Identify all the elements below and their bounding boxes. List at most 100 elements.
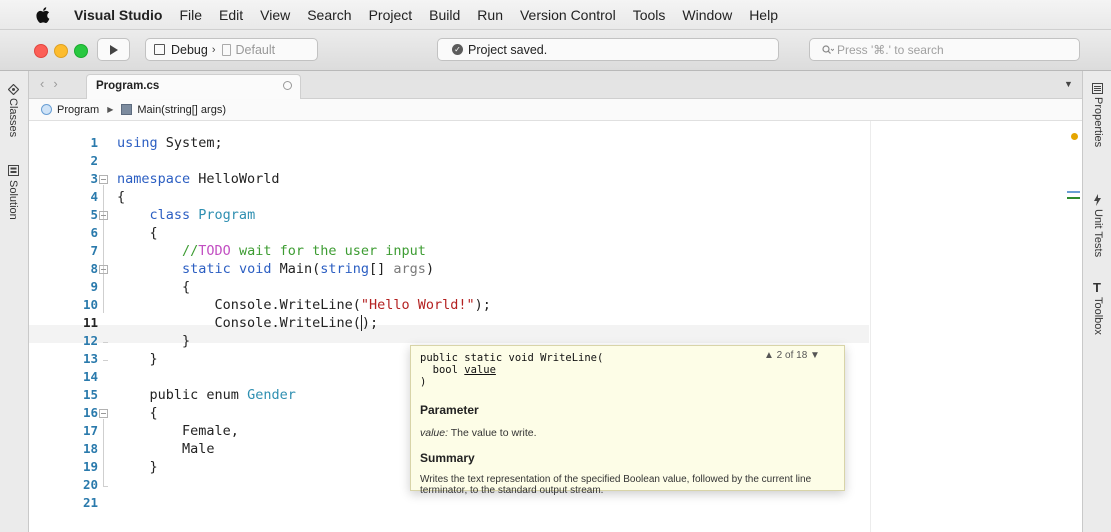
menu-edit[interactable]: Edit — [219, 7, 243, 23]
code-line-9: { — [117, 278, 190, 296]
right-pad-bar: Properties Unit Tests T Toolbox — [1082, 71, 1111, 532]
code-text: } — [149, 351, 158, 367]
window-minimize-button[interactable] — [54, 44, 68, 58]
code-text: ) — [425, 261, 435, 277]
solution-pad-tab[interactable]: Solution — [7, 180, 19, 220]
document-tab-bar: ‹› Program.cs ▼ — [29, 71, 1082, 99]
class-icon — [41, 104, 52, 115]
fold-guide — [103, 185, 104, 313]
tab-menu-icon[interactable]: ▼ — [1064, 79, 1073, 89]
code-text: { — [149, 405, 158, 421]
code-line-1: using System; — [117, 134, 223, 152]
parameter-name: args — [393, 261, 426, 277]
window-close-button[interactable] — [34, 44, 48, 58]
status-text: Project saved. — [468, 42, 548, 57]
forward-arrow-icon[interactable]: › — [53, 76, 66, 91]
method-icon — [121, 104, 133, 115]
toolbox-icon: T — [1093, 280, 1101, 295]
menu-window[interactable]: Window — [682, 7, 732, 23]
string-literal: "Hello World!" — [360, 297, 475, 313]
code-text: { — [117, 189, 126, 205]
target-label: Default — [235, 42, 276, 57]
todo-tag: TODO — [198, 243, 231, 259]
line-number: 13 — [82, 351, 98, 366]
line-number: 12 — [82, 333, 98, 348]
menu-run[interactable]: Run — [477, 7, 503, 23]
code-text: System; — [157, 135, 223, 151]
todo-marker[interactable] — [1071, 133, 1078, 140]
code-text: Female, — [182, 423, 239, 439]
line-number-current: 11 — [82, 315, 98, 330]
fold-guide — [103, 419, 104, 487]
configuration-label: Debug — [171, 42, 208, 57]
fold-end-mark — [103, 360, 108, 361]
menu-bar: Visual Studio File Edit View Search Proj… — [0, 0, 1111, 30]
fold-end-mark — [103, 342, 108, 343]
code-text: Main( — [279, 261, 321, 277]
type-name: Gender — [247, 387, 296, 403]
overload-counter[interactable]: ▲ 2 of 18 ▼ — [764, 350, 820, 361]
checkmark-icon: ✓ — [452, 44, 463, 55]
menu-view[interactable]: View — [260, 7, 290, 23]
code-line-18: Male — [117, 440, 215, 458]
back-arrow-icon[interactable]: ‹ — [40, 76, 53, 91]
menu-search[interactable]: Search — [307, 7, 351, 23]
tab-close-icon[interactable] — [283, 81, 292, 90]
line-number: 10 — [82, 297, 98, 312]
window-zoom-button[interactable] — [74, 44, 88, 58]
code-line-17: Female, — [117, 422, 239, 440]
lightning-icon — [1094, 194, 1101, 206]
line-number: 21 — [82, 495, 98, 510]
line-number: 7 — [90, 243, 98, 258]
search-input[interactable] — [837, 42, 1077, 57]
signature-param-type: bool — [432, 364, 458, 376]
menu-build[interactable]: Build — [429, 7, 460, 23]
menu-help[interactable]: Help — [749, 7, 778, 23]
code-line-13: } — [117, 350, 158, 368]
keyword: using — [117, 135, 158, 151]
fold-toggle-icon[interactable] — [99, 175, 108, 184]
method-signature: public static void WriteLine( bool value… — [420, 352, 603, 388]
tab-program-cs[interactable]: Program.cs — [86, 74, 301, 99]
menu-project[interactable]: Project — [369, 7, 413, 23]
keyword: static — [182, 261, 231, 277]
properties-pad-tab[interactable]: Properties — [1092, 97, 1104, 147]
fold-toggle-icon[interactable] — [99, 265, 108, 274]
menu-visual-studio[interactable]: Visual Studio — [74, 7, 162, 23]
fold-toggle-icon[interactable] — [99, 211, 108, 220]
comment: // — [182, 243, 199, 259]
line-number: 1 — [90, 135, 98, 150]
apple-icon[interactable] — [34, 6, 52, 23]
toolbox-pad-tab[interactable]: Toolbox — [1092, 297, 1104, 335]
line-number: 16 — [82, 405, 98, 420]
breadcrumb-class[interactable]: Program — [57, 104, 99, 116]
line-number: 9 — [90, 279, 98, 294]
unit-tests-pad-tab[interactable]: Unit Tests — [1092, 209, 1104, 257]
type-name: Program — [198, 207, 256, 223]
configuration-selector[interactable]: Debug › Default — [145, 38, 318, 61]
run-button[interactable] — [97, 38, 130, 61]
code-line-12: } — [117, 332, 190, 350]
summary-text: Writes the text representation of the sp… — [420, 474, 812, 496]
keyword: namespace — [117, 171, 191, 187]
overview-ruler[interactable] — [1067, 121, 1081, 532]
menu-tools[interactable]: Tools — [633, 7, 666, 23]
breadcrumb-method[interactable]: Main(string[] args) — [137, 104, 226, 116]
breadcrumb-separator-icon: ▶ — [107, 105, 114, 114]
menu-file[interactable]: File — [179, 7, 202, 23]
search-box[interactable] — [809, 38, 1080, 61]
code-line-15: public enum Gender — [117, 386, 296, 404]
fold-toggle-icon[interactable] — [99, 409, 108, 418]
code-text: Male — [182, 441, 215, 457]
code-line-10: Console.WriteLine("Hello World!"); — [117, 296, 491, 314]
menu-version-control[interactable]: Version Control — [520, 7, 616, 23]
parameter-text: The value to write. — [448, 427, 537, 439]
parameter-info-tooltip: public static void WriteLine( bool value… — [410, 345, 845, 496]
line-number: 2 — [90, 153, 98, 168]
classes-pad-tab[interactable]: Classes — [7, 98, 19, 137]
line-number: 6 — [90, 225, 98, 240]
caret-marker — [1067, 191, 1080, 193]
line-number: 14 — [82, 369, 98, 384]
code-text: } — [182, 333, 191, 349]
signature-close: ) — [420, 376, 427, 388]
